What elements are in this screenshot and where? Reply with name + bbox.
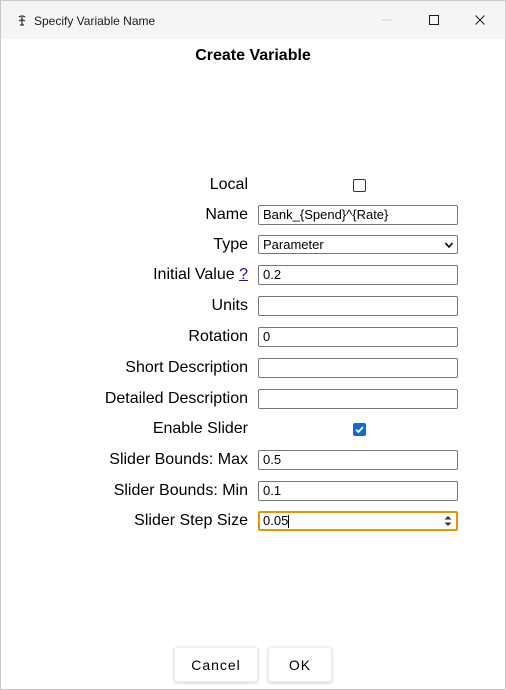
rotation-label: Rotation bbox=[188, 328, 248, 345]
type-select-value: Parameter bbox=[263, 237, 324, 252]
initial-value-help-link[interactable]: ? bbox=[239, 266, 248, 283]
local-checkbox[interactable] bbox=[353, 179, 366, 192]
slider-step-input[interactable]: 0.05 bbox=[258, 511, 458, 531]
slider-max-input[interactable]: 0.5 bbox=[258, 450, 458, 470]
chevron-down-icon bbox=[444, 242, 454, 249]
type-label: Type bbox=[213, 236, 248, 253]
local-label: Local bbox=[209, 176, 248, 193]
detailed-description-input[interactable] bbox=[258, 389, 458, 409]
slider-step-label: Slider Step Size bbox=[134, 512, 248, 529]
dialog-heading: Create Variable bbox=[195, 47, 311, 64]
short-description-label: Short Description bbox=[125, 359, 248, 376]
maximize-icon bbox=[429, 15, 439, 25]
detailed-description-label: Detailed Description bbox=[104, 390, 248, 407]
enable-slider-label: Enable Slider bbox=[152, 420, 248, 437]
initial-value-input[interactable]: 0.2 bbox=[258, 265, 458, 285]
initial-value-label-text: Initial Value bbox=[153, 266, 235, 283]
checkmark-icon bbox=[355, 426, 364, 434]
rotation-input[interactable]: 0 bbox=[258, 327, 458, 347]
name-label: Name bbox=[205, 206, 248, 223]
maximize-button[interactable] bbox=[411, 1, 457, 39]
app-icon bbox=[18, 15, 26, 26]
dialog-window: Specify Variable Name Create Variable Lo… bbox=[0, 0, 506, 690]
slider-min-label: Slider Bounds: Min bbox=[113, 482, 248, 499]
units-label: Units bbox=[211, 297, 248, 314]
cancel-button[interactable]: Cancel bbox=[174, 647, 258, 682]
close-button[interactable] bbox=[457, 1, 503, 39]
close-icon bbox=[475, 15, 485, 25]
slider-step-value: 0.05 bbox=[263, 513, 289, 528]
name-input[interactable]: Bank_{Spend}^{Rate} bbox=[258, 205, 458, 225]
units-input[interactable] bbox=[258, 296, 458, 316]
enable-slider-checkbox[interactable] bbox=[353, 423, 366, 436]
text-caret bbox=[288, 515, 290, 529]
ok-button[interactable]: OK bbox=[268, 647, 332, 682]
type-select[interactable]: Parameter bbox=[258, 235, 458, 254]
spinner-arrows-icon[interactable] bbox=[443, 514, 453, 528]
initial-value-label: Initial Value ? bbox=[153, 265, 248, 285]
minimize-icon bbox=[382, 19, 392, 21]
minimize-button[interactable] bbox=[364, 1, 410, 39]
slider-min-input[interactable]: 0.1 bbox=[258, 481, 458, 501]
title-bar: Specify Variable Name bbox=[1, 1, 505, 39]
short-description-input[interactable] bbox=[258, 358, 458, 378]
window-title: Specify Variable Name bbox=[34, 14, 156, 28]
slider-max-label: Slider Bounds: Max bbox=[109, 451, 248, 468]
